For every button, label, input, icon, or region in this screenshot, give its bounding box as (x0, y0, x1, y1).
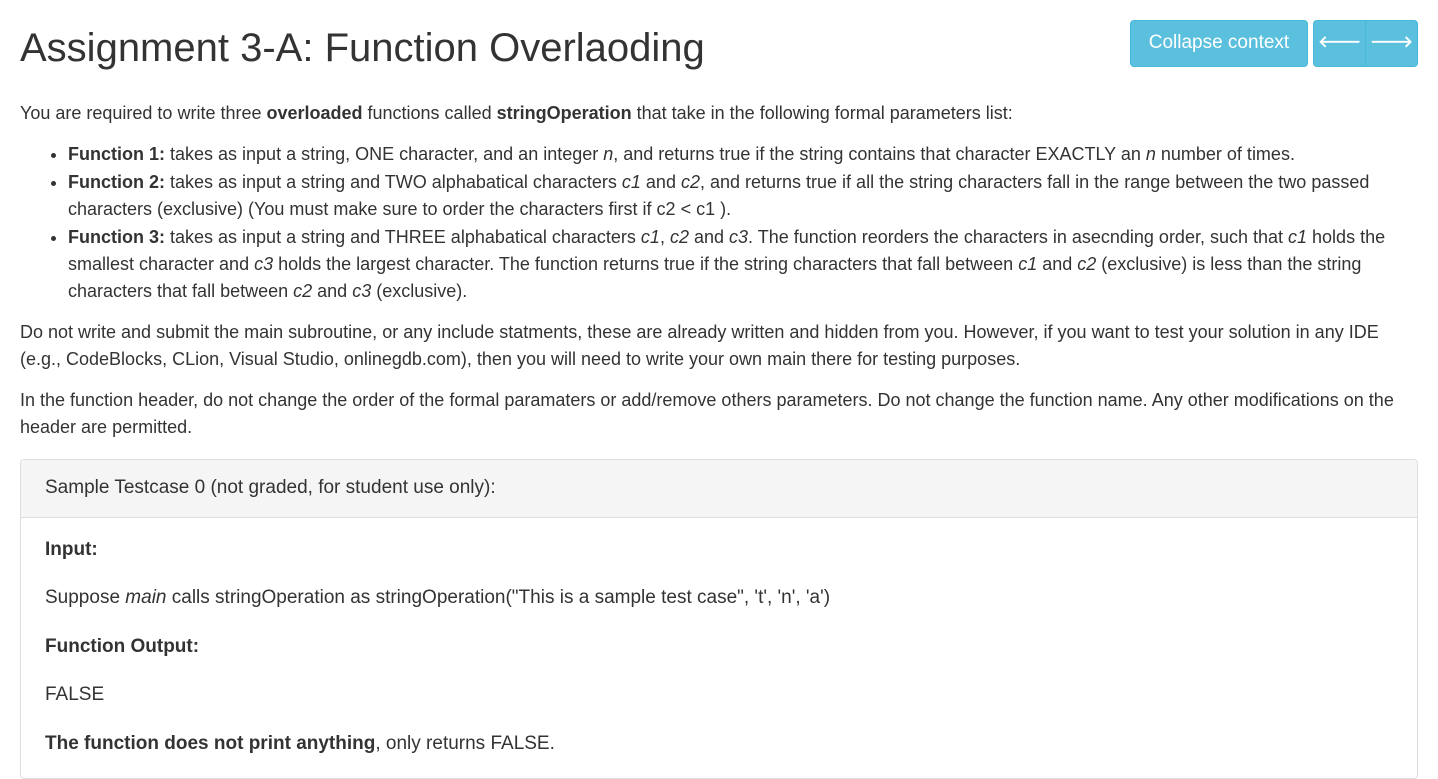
list-item: Function 2: takes as input a string and … (68, 169, 1418, 223)
input-text: Suppose main calls stringOperation as st… (45, 584, 1393, 613)
intro-paragraph: You are required to write three overload… (20, 100, 1418, 127)
panel-body: Input: Suppose main calls stringOperatio… (21, 518, 1417, 759)
function-list: Function 1: takes as input a string, ONE… (20, 141, 1418, 305)
sample-testcase-panel: Sample Testcase 0 (not graded, for stude… (20, 459, 1418, 779)
output-value: FALSE (45, 681, 1393, 710)
page-title: Assignment 3-A: Function Overlaoding (20, 18, 705, 78)
output-note: The function does not print anything, on… (45, 730, 1393, 759)
input-label: Input: (45, 539, 98, 560)
output-label: Function Output: (45, 636, 199, 657)
note-paragraph-2: In the function header, do not change th… (20, 387, 1418, 441)
arrow-left-icon: 🡐 (1318, 33, 1361, 54)
panel-heading: Sample Testcase 0 (not graded, for stude… (21, 460, 1417, 518)
list-item: Function 1: takes as input a string, ONE… (68, 141, 1418, 168)
list-item: Function 3: takes as input a string and … (68, 224, 1418, 305)
arrow-right-icon: 🡒 (1370, 33, 1413, 54)
prev-button[interactable]: 🡐 (1313, 20, 1365, 67)
note-paragraph-1: Do not write and submit the main subrout… (20, 319, 1418, 373)
header-actions: Collapse context 🡐 🡒 (1130, 20, 1418, 67)
collapse-context-button[interactable]: Collapse context (1130, 20, 1308, 67)
next-button[interactable]: 🡒 (1365, 20, 1418, 67)
